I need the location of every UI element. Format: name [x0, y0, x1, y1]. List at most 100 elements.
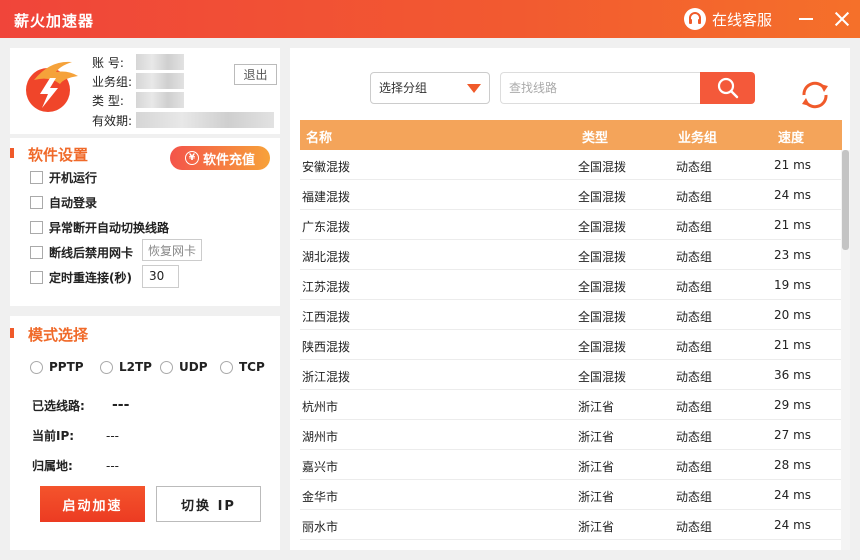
radio-button[interactable]: [30, 360, 43, 374]
account-value-redacted: [136, 54, 184, 70]
protocol-label: L2TP: [119, 360, 152, 374]
protocol-label: UDP: [179, 360, 208, 374]
scrollbar[interactable]: [841, 150, 850, 550]
cell-group: 动态组: [676, 220, 713, 234]
checkbox[interactable]: [30, 221, 43, 234]
route-table-body: 安徽混拨 全国混拨 动态组 21 ms 福建混拨 全国混拨 动态组 24 ms 广东混拨 全国混拨…: [300, 150, 842, 540]
checkbox[interactable]: [30, 196, 43, 209]
table-row[interactable]: 湖北混拨 全国混拨 动态组 23 ms: [300, 240, 842, 270]
section-marker: [10, 148, 14, 158]
recharge-label: 软件充值: [202, 152, 255, 168]
cell-name: 陕西混拨: [302, 340, 351, 354]
minimize-button[interactable]: [790, 0, 822, 38]
cell-speed: 28 ms: [774, 458, 812, 472]
checkbox[interactable]: [30, 246, 43, 259]
recharge-button[interactable]: ¥ 软件充值: [170, 146, 270, 170]
radio-button[interactable]: [160, 360, 173, 374]
close-button[interactable]: [826, 0, 858, 38]
cell-type: 全国混拨: [578, 310, 627, 324]
table-row[interactable]: 广东混拨 全国混拨 动态组 21 ms: [300, 210, 842, 240]
cell-name: 安徽混拨: [302, 160, 351, 174]
selected-route-label: 已选线路:: [32, 399, 85, 413]
table-row[interactable]: 湖州市 浙江省 动态组 27 ms: [300, 420, 842, 450]
checkbox[interactable]: [30, 271, 43, 284]
option-disable-nic[interactable]: 断线后禁用网卡: [30, 244, 133, 261]
online-service-label: 在线客服: [712, 10, 773, 29]
switch-ip-button[interactable]: 切换 IP: [156, 486, 261, 522]
protocol-l2tp[interactable]: L2TP: [100, 360, 152, 374]
headset-icon: [684, 8, 706, 30]
table-row[interactable]: 浙江混拨 全国混拨 动态组 36 ms: [300, 360, 842, 390]
yen-icon: ¥: [184, 151, 199, 165]
option-auto-switch[interactable]: 异常断开自动切换线路: [30, 219, 169, 236]
option-autostart[interactable]: 开机运行: [30, 169, 97, 186]
cell-type: 浙江省: [578, 430, 615, 444]
cell-group: 动态组: [676, 490, 713, 504]
type-label: 类 型:: [92, 94, 124, 108]
cell-speed: 21 ms: [774, 218, 812, 232]
route-search-input[interactable]: 查找线路: [500, 72, 700, 104]
business-group-label: 业务组:: [92, 75, 133, 89]
search-button[interactable]: [700, 72, 755, 104]
protocol-pptp[interactable]: PPTP: [30, 360, 84, 374]
cell-speed: 20 ms: [774, 308, 812, 322]
radio-button[interactable]: [100, 360, 113, 374]
cell-speed: 24 ms: [774, 518, 812, 532]
option-label: 定时重连接(秒): [49, 271, 132, 285]
option-label: 自动登录: [49, 196, 98, 210]
cell-type: 全国混拨: [578, 340, 627, 354]
table-row[interactable]: 杭州市 浙江省 动态组 29 ms: [300, 390, 842, 420]
restore-nic-button[interactable]: 恢复网卡: [142, 239, 202, 261]
cell-name: 嘉兴市: [302, 460, 339, 474]
table-row[interactable]: 丽水市 浙江省 动态组 24 ms: [300, 510, 842, 540]
checkbox[interactable]: [30, 171, 43, 184]
cell-name: 湖州市: [302, 430, 339, 444]
close-icon: [834, 11, 850, 27]
table-row[interactable]: 福建混拨 全国混拨 动态组 24 ms: [300, 180, 842, 210]
radio-button[interactable]: [220, 360, 233, 374]
option-autologin[interactable]: 自动登录: [30, 194, 97, 211]
reconnect-seconds-input[interactable]: 30: [142, 265, 179, 288]
logout-button[interactable]: 退出: [234, 64, 277, 85]
cell-group: 动态组: [676, 310, 713, 324]
online-service-button[interactable]: 在线客服: [684, 8, 772, 30]
account-label: 账 号:: [92, 56, 124, 70]
start-accelerate-button[interactable]: 启动加速: [40, 486, 145, 522]
cell-name: 江西混拨: [302, 310, 351, 324]
cell-speed: 27 ms: [774, 428, 812, 442]
type-value-redacted: [136, 92, 184, 108]
cell-type: 浙江省: [578, 400, 615, 414]
minimize-icon: [799, 18, 813, 20]
cell-type: 全国混拨: [578, 190, 627, 204]
table-row[interactable]: 陕西混拨 全国混拨 动态组 21 ms: [300, 330, 842, 360]
mode-panel: 模式选择 PPTP L2TP UDP TCP 已选线路: --- 当前IP: -…: [10, 316, 280, 550]
option-timed-reconnect[interactable]: 定时重连接(秒): [30, 269, 132, 286]
group-select[interactable]: 选择分组: [370, 72, 490, 104]
cell-name: 江苏混拨: [302, 280, 351, 294]
cell-speed: 21 ms: [774, 158, 812, 172]
table-row[interactable]: 江西混拨 全国混拨 动态组 20 ms: [300, 300, 842, 330]
cell-type: 浙江省: [578, 490, 615, 504]
cell-name: 金华市: [302, 490, 339, 504]
cell-type: 浙江省: [578, 520, 615, 534]
table-row[interactable]: 安徽混拨 全国混拨 动态组 21 ms: [300, 150, 842, 180]
cell-name: 福建混拨: [302, 190, 351, 204]
scrollbar-thumb[interactable]: [842, 150, 849, 250]
group-select-value: 选择分组: [379, 81, 428, 95]
refresh-icon[interactable]: [798, 78, 832, 112]
cell-speed: 19 ms: [774, 278, 812, 292]
column-name: 名称: [306, 131, 333, 146]
protocol-udp[interactable]: UDP: [160, 360, 208, 374]
cell-group: 动态组: [676, 280, 713, 294]
table-row[interactable]: 江苏混拨 全国混拨 动态组 19 ms: [300, 270, 842, 300]
cell-type: 全国混拨: [578, 280, 627, 294]
table-row[interactable]: 嘉兴市 浙江省 动态组 28 ms: [300, 450, 842, 480]
location-value: ---: [106, 459, 119, 473]
current-ip-label: 当前IP:: [32, 429, 75, 443]
cell-type: 全国混拨: [578, 370, 627, 384]
option-label: 开机运行: [49, 171, 98, 185]
table-row[interactable]: 金华市 浙江省 动态组 24 ms: [300, 480, 842, 510]
protocol-tcp[interactable]: TCP: [220, 360, 265, 374]
cell-speed: 29 ms: [774, 398, 812, 412]
cell-speed: 21 ms: [774, 338, 812, 352]
